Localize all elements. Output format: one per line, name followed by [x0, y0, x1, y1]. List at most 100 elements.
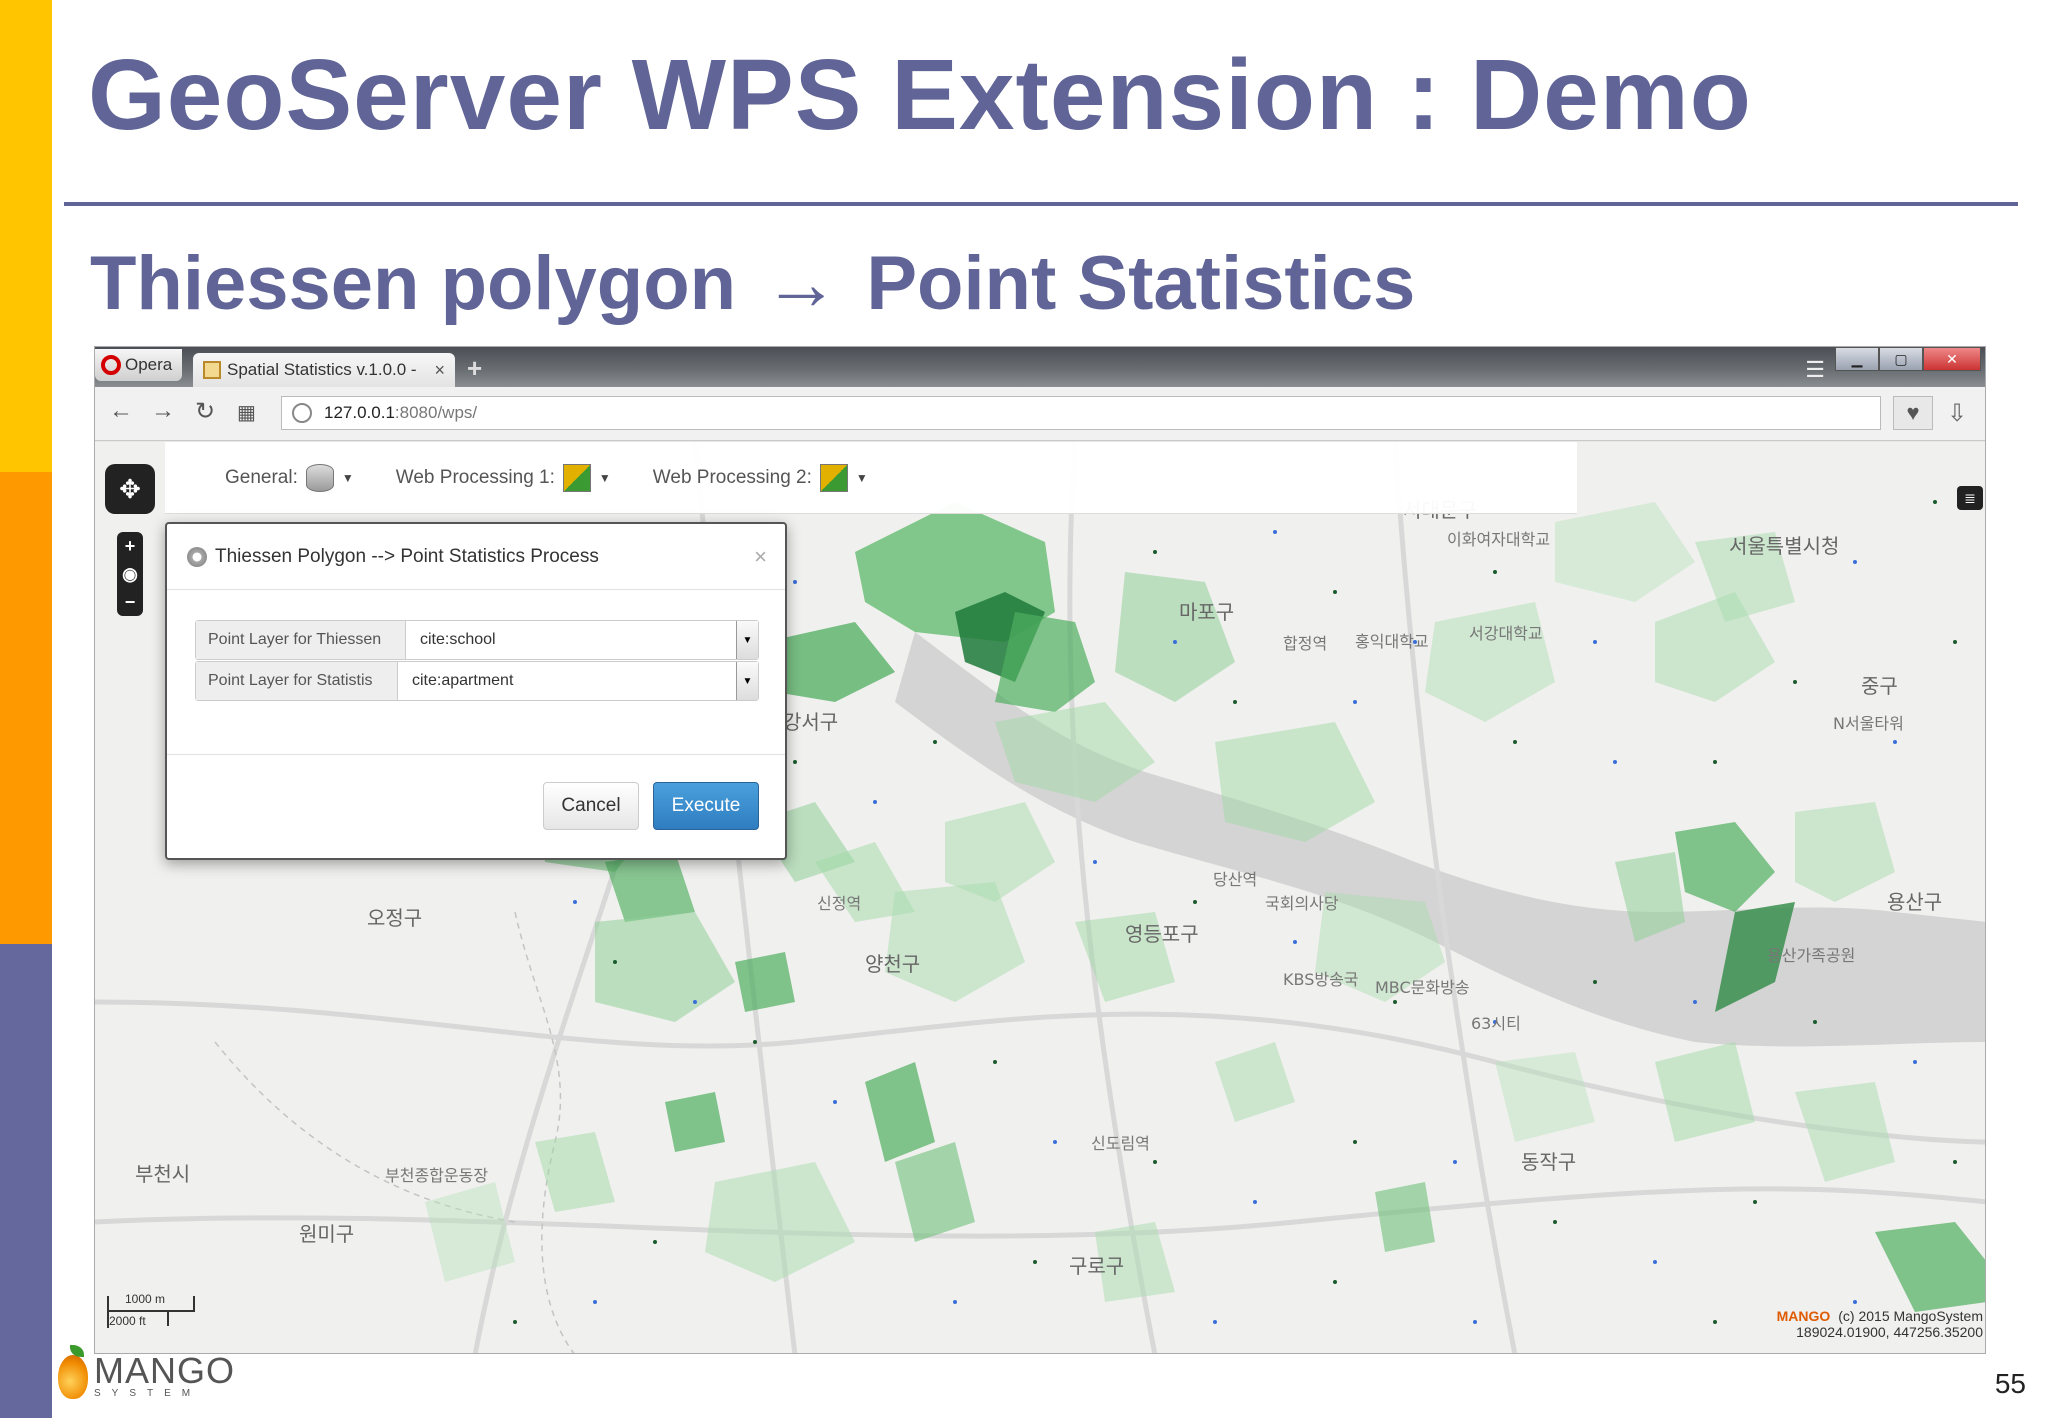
title-divider [64, 202, 2018, 206]
minimize-button[interactable]: ▁ [1835, 347, 1879, 371]
toolbar-general-label: General: [225, 466, 298, 488]
opera-menu-label: Opera [125, 355, 173, 374]
map-label-gukhoe: 국회의사당 [1265, 894, 1339, 913]
leaf-icon [70, 1345, 84, 1357]
heart-icon[interactable]: ♥ [1893, 396, 1933, 430]
map-label-yongsan-park: 용산가족공원 [1767, 946, 1856, 965]
scale-metric: 1000 m [125, 1292, 166, 1306]
thiessen-layer-field: Point Layer for Thiessen cite:school ▼ [195, 620, 759, 660]
slide-subtitle: Thiessen polygon → Point Statistics [90, 240, 1415, 327]
zoom-control: + ◉ − [117, 532, 143, 616]
map-label-bucheon: 부천시 [135, 1162, 191, 1186]
accent-stripe-yellow [0, 0, 52, 472]
close-icon[interactable]: × [754, 544, 767, 570]
toolbar-wps2-label: Web Processing 2: [652, 466, 812, 488]
browser-titlebar: Opera Spatial Statistics v.1.0.0 - × + ☰… [95, 347, 1985, 387]
caret-down-icon: ▼ [855, 470, 868, 485]
back-icon[interactable]: ← [109, 397, 133, 425]
browser-window: Opera Spatial Statistics v.1.0.0 - × + ☰… [94, 346, 1986, 1354]
tab-title: Spatial Statistics v.1.0.0 - [227, 360, 417, 379]
logo-wordmark: MANGO SYSTEM [94, 1350, 236, 1400]
slide-title: GeoServer WPS Extension : Demo [88, 39, 1752, 151]
map-label-sinjeong: 신정역 [817, 894, 862, 913]
toolbar-general[interactable]: General: ▼ [225, 463, 354, 492]
page-number: 55 [1994, 1368, 2026, 1399]
map-label-yongsan: 용산구 [1887, 890, 1943, 914]
wps-icon [819, 463, 848, 492]
map-label-hongik: 홍익대학교 [1355, 632, 1429, 651]
url-input[interactable]: 127.0.0.1:8080/wps/ [281, 396, 1881, 430]
dropdown-arrow-icon[interactable]: ▼ [736, 621, 758, 659]
map-label-jung: 중구 [1861, 674, 1898, 698]
mango-fruit-icon [58, 1345, 88, 1399]
map-label-bucheon-complex: 부천종합운동장 [385, 1166, 489, 1185]
dialog-title: Thiessen Polygon --> Point Statistics Pr… [215, 545, 599, 567]
map-label-dangsan: 당산역 [1213, 870, 1258, 889]
pan-control-icon[interactable]: ✥ [105, 464, 155, 514]
map-label-sindorim: 신도림역 [1091, 1134, 1150, 1153]
tab-close-icon[interactable]: × [434, 360, 445, 381]
mango-logo: MANGO SYSTEM [58, 1345, 236, 1400]
map-label-yeongdeungpo: 영등포구 [1125, 922, 1199, 946]
zoom-in-button[interactable]: + [125, 536, 136, 557]
new-tab-button[interactable]: + [467, 353, 482, 384]
database-icon [305, 463, 334, 492]
attribution-text[interactable]: (c) 2015 MangoSystem [1838, 1308, 1983, 1324]
cancel-button[interactable]: Cancel [543, 782, 639, 830]
close-window-button[interactable]: ✕ [1923, 347, 1981, 371]
gear-icon [187, 546, 207, 567]
map-view[interactable]: 서대문구 서울특별시청 마포구 강서구 오정구 부천시 원미구 영등포구 양천구… [95, 442, 1985, 1353]
globe-icon[interactable]: ◉ [122, 564, 138, 585]
scale-tick [167, 1310, 169, 1326]
toolbar-web-processing-2[interactable]: Web Processing 2: ▼ [652, 463, 868, 492]
map-label-hapjeong: 합정역 [1283, 634, 1328, 653]
thiessen-layer-select[interactable]: cite:school [406, 621, 736, 659]
zoom-out-button[interactable]: − [125, 592, 136, 613]
execute-button[interactable]: Execute [653, 782, 759, 830]
map-label-seoul-city: 서울특별시청 [1729, 534, 1840, 558]
accent-stripe-purple [0, 944, 52, 1418]
maximize-button[interactable]: ▢ [1879, 347, 1923, 371]
map-label-namsan: N서울타워 [1833, 714, 1904, 733]
dropdown-arrow-icon[interactable]: ▼ [736, 662, 758, 700]
toolbar-web-processing-1[interactable]: Web Processing 1: ▼ [395, 463, 611, 492]
district-boundaries [214, 911, 575, 1353]
arrow-right-icon: → [763, 241, 840, 326]
speed-dial-icon[interactable]: ▦ [237, 400, 256, 425]
statistics-layer-label: Point Layer for Statistis [196, 662, 398, 700]
caret-down-icon: ▼ [341, 470, 354, 485]
window-controls: ▁ ▢ ✕ [1835, 347, 1981, 371]
statistics-layer-field: Point Layer for Statistis cite:apartment… [195, 661, 759, 701]
map-label-sogang: 서강대학교 [1469, 624, 1543, 643]
opera-menu-button[interactable]: Opera [95, 349, 183, 381]
map-label-ewha: 이화여자대학교 [1447, 530, 1551, 549]
scale-line [107, 1310, 195, 1312]
favicon-icon [203, 361, 221, 379]
tab-menu-icon[interactable]: ☰ [1805, 357, 1825, 383]
map-label-ojeong: 오정구 [367, 906, 423, 930]
map-label-yangcheon: 양천구 [865, 952, 921, 976]
map-label-63: 63시티 [1471, 1014, 1521, 1033]
address-bar: ← → ↻ ▦ 127.0.0.1:8080/wps/ ♥ ⇩ [95, 387, 1985, 441]
opera-logo-icon [101, 355, 121, 375]
reload-icon[interactable]: ↻ [195, 397, 215, 426]
map-label-guro: 구로구 [1069, 1254, 1125, 1278]
url-host: 127.0.0.1 [324, 403, 395, 422]
layer-switcher-icon[interactable]: ≣ [1957, 486, 1983, 510]
url-path: :8080/wps/ [394, 403, 478, 422]
browser-tab[interactable]: Spatial Statistics v.1.0.0 - × [193, 353, 455, 387]
thiessen-layer-label: Point Layer for Thiessen [196, 621, 406, 659]
statistics-layer-select[interactable]: cite:apartment [398, 662, 736, 700]
map-label-mbc: MBC문화방송 [1375, 978, 1470, 997]
map-label-wonmi: 원미구 [299, 1222, 355, 1246]
subtitle-part-2: Point Statistics [866, 241, 1416, 326]
download-icon[interactable]: ⇩ [1947, 399, 1967, 428]
dialog-header: Thiessen Polygon --> Point Statistics Pr… [167, 524, 785, 590]
map-label-mapo: 마포구 [1179, 600, 1235, 624]
caret-down-icon: ▼ [598, 470, 611, 485]
logo-word: MANGO [94, 1350, 236, 1391]
site-info-icon[interactable] [292, 403, 312, 423]
forward-icon[interactable]: → [151, 397, 175, 425]
mouse-coordinates: 189024.01900, 447256.35200 [1796, 1324, 1983, 1340]
toolbar-wps1-label: Web Processing 1: [395, 466, 555, 488]
